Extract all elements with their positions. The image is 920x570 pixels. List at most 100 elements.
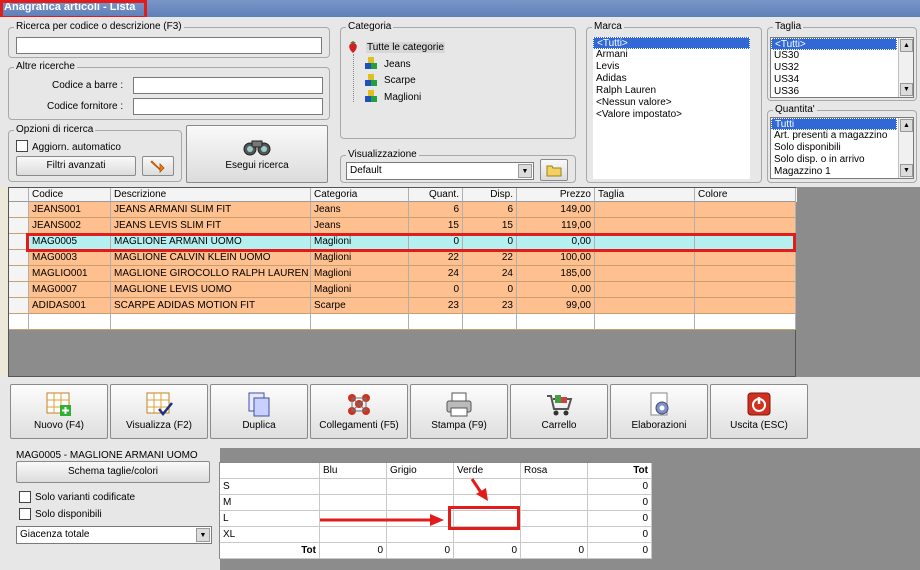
brand-item[interactable]: Levis xyxy=(593,61,750,73)
table-cell-empty[interactable] xyxy=(29,314,111,330)
table-cell[interactable]: 0 xyxy=(463,234,517,250)
matrix-cell[interactable] xyxy=(454,511,521,527)
table-cell[interactable]: MAGLIONE CALVIN KLEIN UOMO xyxy=(111,250,311,266)
row-indicator[interactable] xyxy=(9,282,29,298)
col-available[interactable]: Disp. xyxy=(463,188,517,202)
table-cell[interactable]: 23 xyxy=(463,298,517,314)
nuovo-button[interactable]: Nuovo (F4) xyxy=(10,384,108,439)
carrello-button[interactable]: Carrello xyxy=(510,384,608,439)
table-cell[interactable]: 0,00 xyxy=(517,234,595,250)
matrix-cell[interactable] xyxy=(387,495,454,511)
table-cell[interactable] xyxy=(695,202,796,218)
table-cell[interactable] xyxy=(695,282,796,298)
table-cell-empty[interactable] xyxy=(463,314,517,330)
table-cell[interactable]: 0 xyxy=(409,282,463,298)
table-cell-empty[interactable] xyxy=(409,314,463,330)
table-cell[interactable]: 22 xyxy=(463,250,517,266)
collegamenti-button[interactable]: Collegamenti (F5) xyxy=(310,384,408,439)
scroll-down-icon[interactable]: ▼ xyxy=(900,164,913,177)
barcode-input[interactable] xyxy=(133,77,323,94)
search-input[interactable] xyxy=(16,37,322,54)
brand-item[interactable]: <Valore impostato> xyxy=(593,109,750,121)
scroll-up-icon[interactable]: ▲ xyxy=(900,39,913,52)
matrix-cell[interactable] xyxy=(320,511,387,527)
col-code[interactable]: Codice xyxy=(29,188,111,202)
quantity-list[interactable]: Tutti Art. presenti a magazzino Solo dis… xyxy=(770,117,914,179)
row-indicator[interactable] xyxy=(9,218,29,234)
only-coded-checkbox[interactable] xyxy=(19,491,31,503)
table-cell[interactable]: MAGLIO001 xyxy=(29,266,111,282)
visualizza-button[interactable]: Visualizza (F2) xyxy=(110,384,208,439)
advanced-filters-button[interactable]: Filtri avanzati xyxy=(16,156,136,176)
table-cell[interactable]: 149,00 xyxy=(517,202,595,218)
col-color[interactable]: Colore xyxy=(695,188,796,202)
table-cell[interactable]: 6 xyxy=(463,202,517,218)
table-cell[interactable] xyxy=(695,218,796,234)
auto-update-checkbox[interactable] xyxy=(16,140,28,152)
table-cell[interactable]: 0 xyxy=(463,282,517,298)
stampa-button[interactable]: Stampa (F9) xyxy=(410,384,508,439)
matrix-cell[interactable] xyxy=(320,479,387,495)
category-item-all[interactable]: Tutte le categorie xyxy=(366,42,445,53)
matrix-cell[interactable] xyxy=(521,511,588,527)
table-cell[interactable]: 15 xyxy=(463,218,517,234)
quantity-item[interactable]: Tutti xyxy=(771,118,897,130)
matrix-cell[interactable] xyxy=(454,495,521,511)
col-description[interactable]: Descrizione xyxy=(111,188,311,202)
table-cell[interactable]: 15 xyxy=(409,218,463,234)
matrix-cell[interactable] xyxy=(387,511,454,527)
scroll-down-icon[interactable]: ▼ xyxy=(900,83,913,96)
only-available-checkbox[interactable] xyxy=(19,508,31,520)
brand-item[interactable]: <Tutti> xyxy=(593,37,750,49)
col-size[interactable]: Taglia xyxy=(595,188,695,202)
row-indicator[interactable] xyxy=(9,314,29,330)
table-cell[interactable]: JEANS001 xyxy=(29,202,111,218)
supplier-code-input[interactable] xyxy=(133,98,323,115)
brand-item[interactable]: Adidas xyxy=(593,73,750,85)
brand-item[interactable]: Ralph Lauren xyxy=(593,85,750,97)
category-item-sweaters[interactable]: Maglioni xyxy=(384,92,421,103)
matrix-cell[interactable] xyxy=(387,527,454,543)
table-cell-empty[interactable] xyxy=(517,314,595,330)
row-indicator[interactable] xyxy=(9,298,29,314)
matrix-cell[interactable] xyxy=(521,527,588,543)
table-cell-empty[interactable] xyxy=(595,314,695,330)
table-cell[interactable] xyxy=(695,298,796,314)
table-cell[interactable]: 185,00 xyxy=(517,266,595,282)
table-cell[interactable]: 22 xyxy=(409,250,463,266)
matrix-cell[interactable] xyxy=(320,527,387,543)
table-cell-empty[interactable] xyxy=(111,314,311,330)
size-item[interactable]: US30 xyxy=(771,50,913,62)
size-scrollbar[interactable]: ▲ ▼ xyxy=(898,38,913,97)
table-cell[interactable]: JEANS ARMANI SLIM FIT xyxy=(111,202,311,218)
table-cell[interactable]: 24 xyxy=(409,266,463,282)
quantity-item[interactable]: Art. presenti a magazzino xyxy=(771,130,913,142)
size-list[interactable]: <Tutti> US30 US32 US34 US36 ▲ ▼ xyxy=(770,37,914,98)
table-cell[interactable]: Scarpe xyxy=(311,298,409,314)
size-color-scheme-button[interactable]: Schema taglie/colori xyxy=(16,461,210,483)
table-cell[interactable]: MAGLIONE LEVIS UOMO xyxy=(111,282,311,298)
col-quantity[interactable]: Quant. xyxy=(409,188,463,202)
size-item[interactable]: US36 xyxy=(771,86,913,97)
table-cell[interactable]: 23 xyxy=(409,298,463,314)
scroll-up-icon[interactable]: ▲ xyxy=(900,119,913,132)
row-indicator[interactable] xyxy=(9,234,29,250)
brand-list[interactable]: <Tutti> Armani Levis Adidas Ralph Lauren… xyxy=(593,37,750,179)
brand-item[interactable]: Armani xyxy=(593,49,750,61)
matrix-cell[interactable] xyxy=(454,527,521,543)
quantity-item[interactable]: Magazzino 1 xyxy=(771,166,913,178)
col-price[interactable]: Prezzo xyxy=(517,188,595,202)
filter-arrow-button[interactable] xyxy=(142,156,174,176)
table-cell[interactable]: MAG0007 xyxy=(29,282,111,298)
table-cell-empty[interactable] xyxy=(695,314,796,330)
quantity-item[interactable]: Solo disponibili xyxy=(771,142,913,154)
table-cell[interactable]: Jeans xyxy=(311,218,409,234)
duplica-button[interactable]: Duplica xyxy=(210,384,308,439)
table-cell[interactable]: JEANS002 xyxy=(29,218,111,234)
size-item[interactable]: US32 xyxy=(771,62,913,74)
matrix-cell[interactable] xyxy=(454,479,521,495)
table-cell[interactable]: Maglioni xyxy=(311,266,409,282)
matrix-cell[interactable] xyxy=(387,479,454,495)
table-cell[interactable] xyxy=(695,266,796,282)
table-cell[interactable]: 0,00 xyxy=(517,282,595,298)
